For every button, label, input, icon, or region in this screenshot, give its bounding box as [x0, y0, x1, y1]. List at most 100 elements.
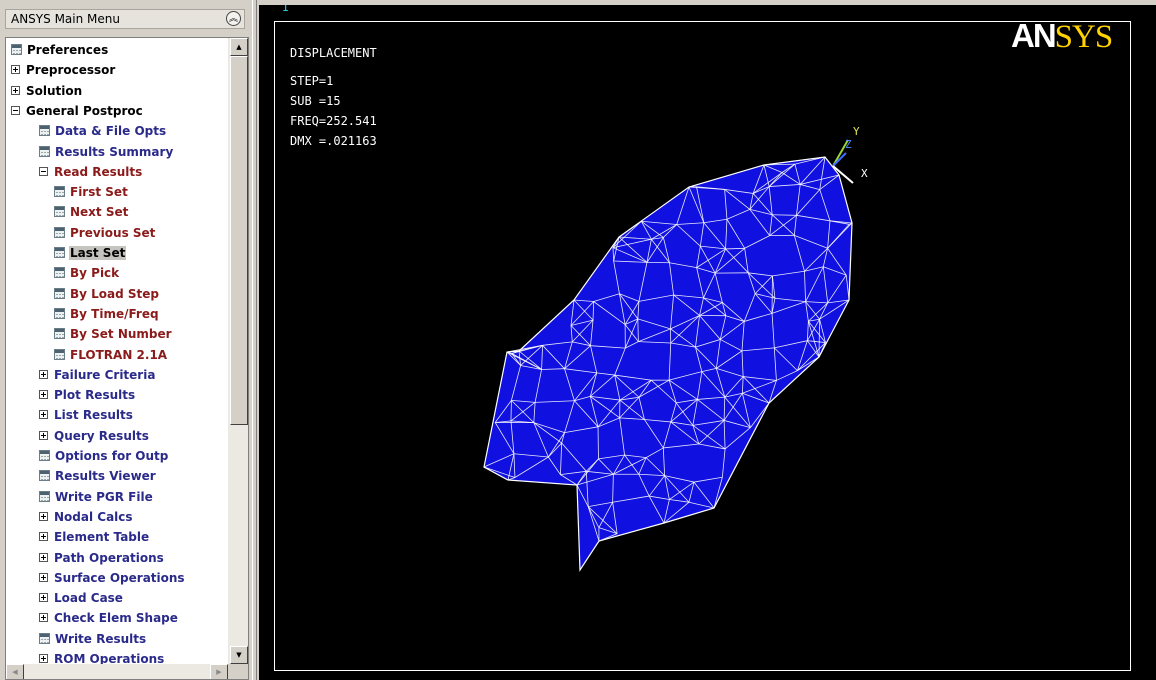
expand-icon[interactable]: [11, 65, 20, 75]
menu-item-label: Results Viewer: [55, 469, 156, 484]
expand-icon[interactable]: [39, 613, 48, 623]
triad-z-label: Z: [845, 138, 852, 151]
menu-item[interactable]: Preferences: [11, 40, 109, 60]
expand-icon[interactable]: [39, 410, 48, 420]
menu-item-label: By Set Number: [70, 327, 172, 342]
triad-x-label: X: [861, 167, 868, 180]
triad-y-label: Y: [853, 125, 860, 138]
menu-item[interactable]: Results Summary: [39, 142, 174, 162]
expand-icon[interactable]: [39, 369, 48, 379]
graphics-window[interactable]: 1 DISPLACEMENT STEP=1 SUB =15 FREQ=252.5…: [259, 5, 1156, 680]
horizontal-scrollbar[interactable]: ◀ ▶: [6, 664, 228, 679]
menu-item[interactable]: Check Elem Shape: [39, 608, 179, 628]
menu-item[interactable]: List Results: [39, 405, 134, 425]
menu-item-label: Write PGR File: [55, 489, 153, 504]
displaced-mesh: [483, 156, 853, 572]
menu-item[interactable]: Plot Results: [39, 385, 136, 405]
menu-item-label: By Time/Freq: [70, 306, 159, 321]
menu-item-label: Options for Outp: [55, 449, 169, 463]
double-chevron-up-icon[interactable]: ︽: [226, 11, 241, 26]
panel-splitter[interactable]: [252, 0, 257, 680]
menu-item[interactable]: By Set Number: [54, 324, 173, 344]
menu-item-label: Check Elem Shape: [54, 611, 178, 626]
menu-item[interactable]: FLOTRAN 2.1A: [54, 345, 168, 365]
menu-item-label: Solution: [26, 83, 83, 98]
menu-item[interactable]: Surface Operations: [39, 568, 186, 588]
menu-item-label: Preprocessor: [26, 63, 116, 78]
expand-icon[interactable]: [39, 511, 48, 521]
menu-item[interactable]: By Load Step: [54, 284, 160, 304]
menu-item-label: Results Summary: [55, 144, 174, 159]
expand-icon[interactable]: [39, 572, 48, 582]
expand-icon[interactable]: [39, 390, 48, 400]
function-icon: [54, 307, 65, 319]
scroll-right-button[interactable]: ▶: [210, 664, 228, 679]
function-icon: [39, 125, 50, 137]
menu-item[interactable]: By Pick: [54, 263, 120, 283]
scroll-up-button[interactable]: ▲: [230, 38, 248, 56]
menu-item-label: Last Set: [69, 246, 127, 260]
menu-item[interactable]: Next Set: [54, 202, 129, 222]
menu-item[interactable]: Write PGR File: [39, 487, 154, 507]
function-icon: [54, 267, 65, 279]
menu-item[interactable]: Options for Outp: [39, 446, 169, 466]
menu-item[interactable]: Failure Criteria: [39, 365, 156, 385]
menu-item[interactable]: Nodal Calcs: [39, 507, 134, 527]
expand-icon[interactable]: [11, 85, 20, 95]
expand-icon[interactable]: [39, 552, 48, 562]
function-icon: [39, 490, 50, 502]
scroll-left-button[interactable]: ◀: [6, 664, 24, 679]
function-icon: [39, 145, 50, 157]
menu-item[interactable]: Load Case: [39, 588, 124, 608]
function-icon: [54, 226, 65, 238]
menu-item[interactable]: ROM Operations: [39, 649, 165, 664]
menu-tree: Preferences Preprocessor Solution General P…: [5, 37, 249, 680]
menu-item[interactable]: Data & File Opts: [39, 121, 167, 141]
expand-icon[interactable]: [39, 532, 48, 542]
menu-item[interactable]: Last Set: [54, 243, 127, 263]
menu-item-label: By Pick: [70, 266, 120, 281]
menu-item-label: Data & File Opts: [55, 124, 167, 139]
collapse-icon[interactable]: [11, 105, 20, 115]
menu-item-label: General Postproc: [26, 103, 143, 118]
menu-item-label: List Results: [54, 408, 133, 423]
menu-item[interactable]: Read Results: [39, 162, 143, 182]
menu-item[interactable]: Element Table: [39, 527, 150, 547]
vertical-scrollbar[interactable]: ▲ ▼: [228, 38, 248, 664]
menu-item[interactable]: Solution: [11, 81, 83, 101]
menu-item-label: Write Results: [55, 631, 147, 646]
mode-shape-plot: Y Z X: [483, 125, 868, 572]
expand-icon[interactable]: [39, 593, 48, 603]
menu-item-label: Plot Results: [54, 388, 136, 403]
main-menu-panel: ANSYS Main Menu ︽ Preferences Preprocesso…: [0, 0, 252, 680]
function-icon: [54, 328, 65, 340]
menu-item[interactable]: General Postproc: [11, 101, 144, 121]
menu-item-label: Failure Criteria: [54, 367, 156, 382]
scroll-down-button[interactable]: ▼: [230, 646, 248, 664]
main-menu-header: ANSYS Main Menu ︽: [5, 9, 245, 29]
expand-icon[interactable]: [39, 430, 48, 440]
function-icon: [54, 186, 65, 198]
expand-icon[interactable]: [39, 654, 48, 663]
scrollbar-thumb[interactable]: [230, 56, 248, 425]
menu-item[interactable]: Previous Set: [54, 223, 156, 243]
menu-item[interactable]: By Time/Freq: [54, 304, 160, 324]
menu-item-label: First Set: [70, 185, 128, 200]
menu-item[interactable]: Preprocessor: [11, 60, 116, 80]
menu-item[interactable]: First Set: [54, 182, 129, 202]
function-icon: [11, 44, 22, 55]
menu-item-label: Path Operations: [54, 550, 164, 565]
menu-item-label: Load Case: [54, 591, 123, 606]
menu-item-label: FLOTRAN 2.1A: [70, 347, 168, 362]
menu-item-label: Nodal Calcs: [54, 509, 133, 524]
function-icon: [54, 287, 65, 299]
menu-item-label: Query Results: [54, 428, 149, 443]
scrollbar-corner: [228, 664, 248, 679]
function-icon: [39, 450, 50, 461]
menu-item[interactable]: Query Results: [39, 426, 150, 446]
menu-item[interactable]: Write Results: [39, 629, 147, 649]
collapse-icon[interactable]: [39, 166, 48, 176]
menu-item[interactable]: Results Viewer: [39, 466, 157, 486]
menu-item[interactable]: Path Operations: [39, 548, 165, 568]
function-icon: [54, 206, 65, 218]
